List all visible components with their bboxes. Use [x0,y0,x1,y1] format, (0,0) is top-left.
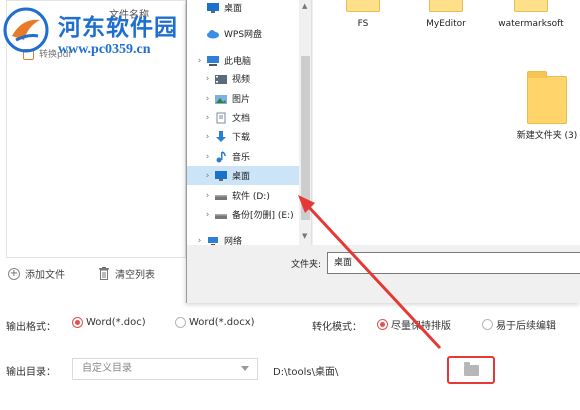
chevron-right-icon[interactable]: › [201,210,214,220]
chevron-right-icon[interactable]: › [201,152,214,162]
nav-item-label: 软件 (D:) [232,192,270,202]
format-docx-label: Word(*.docx) [189,317,255,328]
output-format-label: 输出格式： [6,322,56,333]
nav-item-label: 视频 [232,75,251,85]
nav-item-label: 备份[勿删] (E:) [232,211,294,221]
mode-keep-layout-radio[interactable]: 尽量保持排版 [377,317,451,332]
nav-item-label: 音乐 [232,153,251,163]
clear-list-label: 清空列表 [115,270,155,281]
folder-icon [346,0,380,12]
nav-item-9[interactable]: › 软件 (D:) [187,186,299,205]
folder-picker-dialog: 桌面 WPS网盘 › 此电脑 › 视频 › 图片 › 文档 › 下载 › 音乐 › 桌面 › 软件 (D:) › 备份… [186,0,580,303]
chevron-right-icon[interactable]: › [193,56,206,66]
folder-name: watermarksoft [498,19,564,29]
navigation-pane[interactable]: 桌面 WPS网盘 › 此电脑 › 视频 › 图片 › 文档 › 下载 › 音乐 › 桌面 › 软件 (D:) › 备份… [187,0,312,245]
folder-icon [429,0,463,12]
computer-icon [206,55,220,67]
radio-selected-icon [72,317,83,328]
folder-icon [527,71,567,124]
chevron-down-icon [241,366,249,371]
watermark-logo-icon [3,7,49,53]
folder-item[interactable]: watermarksoft [489,0,573,30]
chevron-right-icon[interactable]: › [201,132,214,142]
scroll-down-icon[interactable]: ▼ [302,232,307,240]
nav-item-2[interactable]: › 此电脑 [187,51,299,70]
browse-folder-button[interactable] [447,356,495,384]
drive-icon [214,209,228,221]
watermark-logo: 河东软件园 www.pc0359.cn [0,4,200,62]
radio-unselected-icon [175,317,186,328]
plus-circle-icon: + [8,267,20,280]
download-icon [214,130,228,143]
mode-easy-edit-label: 易于后续编辑 [496,321,556,332]
chevron-right-icon[interactable]: › [201,74,214,84]
scroll-up-icon[interactable]: ▲ [302,2,307,10]
format-docx-radio[interactable]: Word(*.docx) [175,317,255,328]
mode-easy-edit-radio[interactable]: 易于后续编辑 [482,317,556,332]
desktop-icon [214,170,228,182]
nav-scrollbar[interactable]: ▲ ▼ [299,0,311,245]
chevron-right-icon[interactable]: › [201,191,214,201]
nav-item-11[interactable]: › 网络 [187,231,299,245]
trash-icon [99,267,109,280]
document-icon [214,112,228,124]
add-file-label: 添加文件 [25,270,65,281]
nav-item-5[interactable]: › 文档 [187,108,299,127]
nav-item-7[interactable]: › 音乐 [187,147,299,166]
filename-label: 文件夹: [291,260,322,270]
folder-item[interactable]: 新建文件夹 (3) [505,71,580,142]
desktop-icon [206,2,220,14]
folder-content-pane[interactable]: FS MyEditor watermarksoft 新建文件夹 (3) [313,0,580,245]
nav-item-label: 下载 [232,133,251,143]
nav-item-label: 图片 [232,95,251,105]
output-dir-select[interactable]: 自定义目录 [72,358,258,380]
nav-item-4[interactable]: › 图片 [187,89,299,108]
output-dir-select-value: 自定义目录 [82,363,132,374]
chevron-right-icon[interactable]: › [201,171,214,181]
convert-mode-label: 转化模式： [312,322,362,333]
chevron-right-icon[interactable]: › [193,236,206,246]
nav-item-label: 文档 [232,114,251,124]
scroll-thumb[interactable] [301,56,310,220]
folder-name: FS [357,19,369,29]
music-icon [214,150,228,163]
format-doc-label: Word(*.doc) [86,317,146,328]
folder-name: MyEditor [426,19,466,29]
drive-icon [214,190,228,202]
nav-item-8[interactable]: › 桌面 [187,166,299,185]
add-file-button[interactable]: + 添加文件 [8,266,65,281]
nav-item-1[interactable]: WPS网盘 [187,24,299,43]
output-dir-label: 输出目录： [6,367,56,378]
watermark-title: 河东软件园 [58,14,178,41]
folder-item[interactable]: FS [321,0,405,30]
filename-input[interactable]: 桌面 [327,252,580,274]
folder-item[interactable]: MyEditor [404,0,488,30]
output-dir-path: D:\tools\桌面\ [273,367,339,378]
nav-item-label: 网络 [224,237,243,245]
folder-icon [514,0,548,12]
chevron-right-icon[interactable]: › [201,113,214,123]
folder-name: 新建文件夹 (3) [516,131,578,141]
clear-list-button[interactable]: 清空列表 [98,266,155,281]
mode-keep-layout-label: 尽量保持排版 [391,321,451,332]
network-icon [206,235,220,245]
radio-selected-icon [377,319,388,330]
video-icon [214,73,228,85]
format-doc-radio[interactable]: Word(*.doc) [72,317,146,328]
nav-item-6[interactable]: › 下载 [187,127,299,146]
nav-item-0[interactable]: 桌面 [187,0,299,17]
nav-item-label: WPS网盘 [224,30,263,40]
nav-item-label: 此电脑 [224,57,252,67]
nav-item-label: 桌面 [232,172,251,182]
chevron-right-icon[interactable]: › [201,94,214,104]
nav-item-3[interactable]: › 视频 [187,69,299,88]
cloud-icon [206,28,220,40]
nav-item-label: 桌面 [224,4,243,14]
nav-item-10[interactable]: › 备份[勿删] (E:) [187,205,299,224]
picture-icon [214,93,228,105]
radio-unselected-icon [482,319,493,330]
watermark-url: www.pc0359.cn [58,42,151,57]
folder-icon [463,361,479,376]
filename-bar: 文件夹: 桌面 [187,245,580,303]
